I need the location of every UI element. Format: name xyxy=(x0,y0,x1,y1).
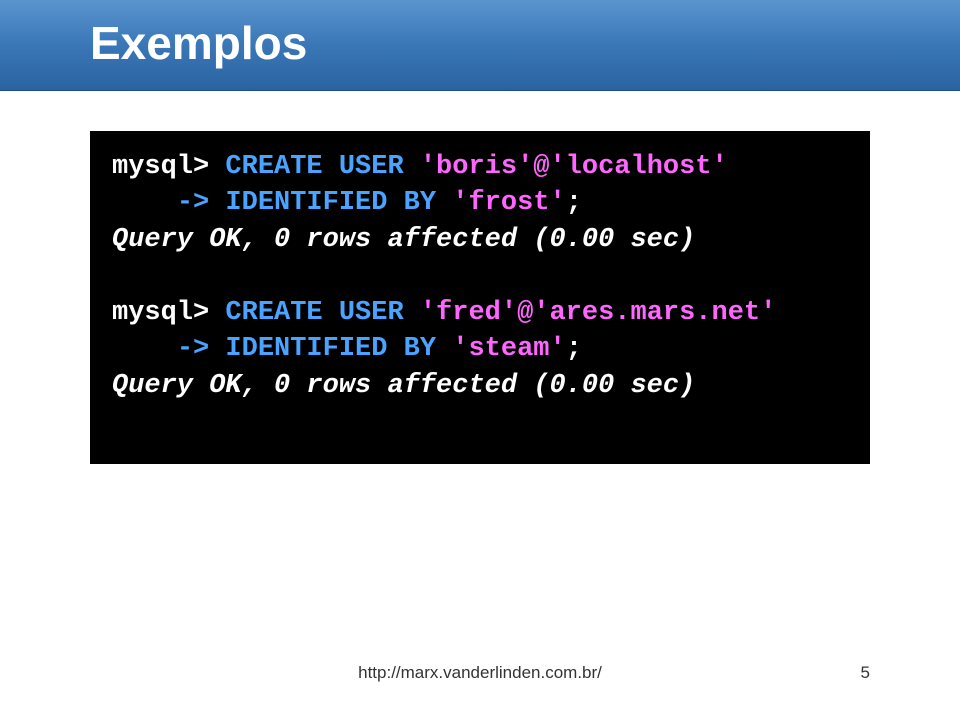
code-text: ; xyxy=(566,334,582,364)
code-prompt: mysql> xyxy=(112,298,225,328)
code-keyword: CREATE USER xyxy=(225,152,419,182)
code-continue: -> xyxy=(112,334,225,364)
code-result: Query OK, 0 rows affected (0.00 sec) xyxy=(112,371,695,401)
slide-header: Exemplos xyxy=(0,0,960,91)
code-result: Query OK, 0 rows affected (0.00 sec) xyxy=(112,225,695,255)
code-keyword: CREATE USER xyxy=(225,298,419,328)
footer-url: http://marx.vanderlinden.com.br/ xyxy=(0,663,960,683)
code-continue: -> xyxy=(112,188,225,218)
code-block: mysql> CREATE USER 'boris'@'localhost' -… xyxy=(90,131,870,464)
code-keyword: IDENTIFIED BY xyxy=(225,188,452,218)
code-string: 'boris'@'localhost' xyxy=(420,152,728,182)
code-string: 'fred'@'ares.mars.net' xyxy=(420,298,776,328)
code-prompt: mysql> xyxy=(112,152,225,182)
code-text: ; xyxy=(566,188,582,218)
code-string: 'frost' xyxy=(452,188,565,218)
code-keyword: IDENTIFIED BY xyxy=(225,334,452,364)
slide-title: Exemplos xyxy=(90,16,870,70)
slide: Exemplos mysql> CREATE USER 'boris'@'loc… xyxy=(0,0,960,713)
code-string: 'steam' xyxy=(452,334,565,364)
page-number: 5 xyxy=(861,663,870,683)
